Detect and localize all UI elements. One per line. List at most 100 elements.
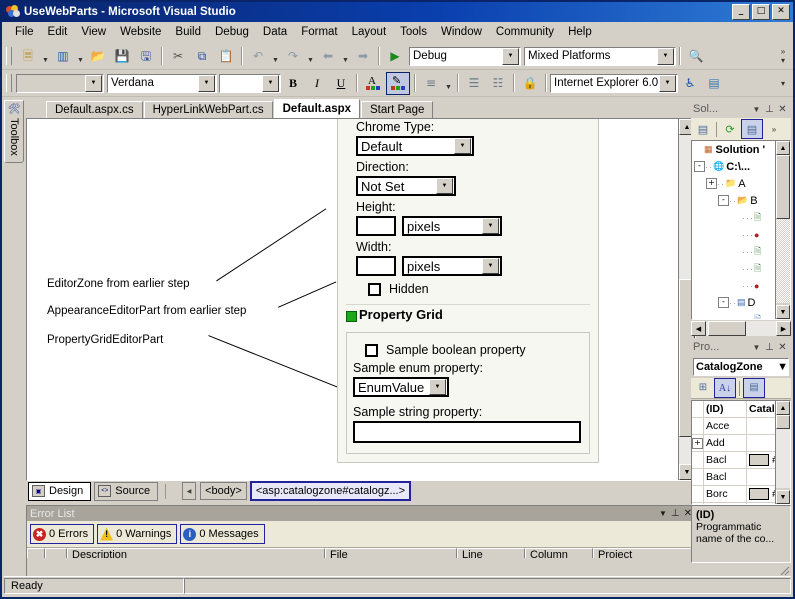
chevron-down-icon[interactable]: ▼ xyxy=(198,75,215,92)
chevron-down-icon[interactable]: ▼ xyxy=(436,178,453,194)
style-sheet-icon[interactable]: ▤ xyxy=(703,73,725,94)
scroll-left-button[interactable]: ◀ xyxy=(691,321,706,336)
properties-grid[interactable]: (ID) Catalo Acce + Add xyxy=(691,400,791,505)
properties-vertical-scrollbar[interactable]: ▲ ▼ xyxy=(775,401,790,504)
close-icon[interactable]: ✕ xyxy=(776,104,789,115)
justify-icon[interactable]: ≡ xyxy=(420,73,442,94)
property-grid-editor-part[interactable]: Property Grid Sample boolean property Sa… xyxy=(346,309,590,454)
breadcrumb-catalogzone[interactable]: <asp:catalogzone#catalogz...> xyxy=(250,481,411,501)
width-unit-select[interactable]: pixels ▼ xyxy=(402,256,502,276)
foreground-color-icon[interactable]: A xyxy=(362,73,384,94)
undo-icon[interactable]: ↶ xyxy=(247,46,269,67)
target-schema-combo[interactable]: Internet Explorer 6.0 ▼ xyxy=(550,74,678,93)
scroll-right-button[interactable]: ▶ xyxy=(776,321,791,336)
minimize-button[interactable]: _ xyxy=(732,4,750,20)
error-list-rows[interactable] xyxy=(27,558,695,576)
scroll-down-button[interactable]: ▼ xyxy=(776,490,790,504)
paste-icon[interactable]: 📋 xyxy=(215,46,237,67)
row-expander[interactable]: + xyxy=(692,435,704,451)
menu-item-file[interactable]: File xyxy=(8,24,41,40)
tab-default-aspx-cs[interactable]: Default.aspx.cs xyxy=(46,101,143,118)
chevron-down-icon[interactable]: ▼ xyxy=(659,75,676,92)
editor-zone-control[interactable]: Chrome Type: Default ▼ Direction: Not Se… xyxy=(337,119,599,463)
solution-explorer-dropdown-icon[interactable]: ▼ xyxy=(750,105,763,114)
chevron-down-icon[interactable]: ▼ xyxy=(429,379,446,395)
breadcrumb-body[interactable]: <body> xyxy=(200,482,247,500)
property-pages-button[interactable]: ▤ xyxy=(743,378,765,398)
properties-dropdown-icon[interactable]: ▼ xyxy=(750,343,763,352)
navigate-back-icon[interactable]: ⬅ xyxy=(317,46,339,67)
save-all-icon[interactable]: 🖫 xyxy=(135,46,157,67)
categorized-button[interactable]: ⊞ xyxy=(693,379,713,397)
navigate-back-dropdown-icon[interactable]: ▼ xyxy=(340,43,351,69)
new-website-dropdown-icon[interactable]: ▼ xyxy=(40,43,51,69)
alphabetical-button[interactable]: A↓ xyxy=(714,378,736,398)
collapse-icon[interactable]: - xyxy=(694,161,705,172)
toolbox-tab[interactable]: 🛠 Toolbox xyxy=(4,100,24,163)
properties-button[interactable]: ▤ xyxy=(693,120,713,138)
menu-item-build[interactable]: Build xyxy=(168,24,208,40)
chevron-down-icon[interactable]: ▼ xyxy=(85,75,102,92)
height-input[interactable] xyxy=(356,216,396,236)
resize-grip[interactable] xyxy=(778,564,790,576)
close-icon[interactable]: ✕ xyxy=(776,342,789,353)
collapse-icon[interactable]: - xyxy=(718,195,729,206)
nest-related-files-button[interactable]: ▤ xyxy=(741,119,763,139)
close-button[interactable]: ✕ xyxy=(772,4,790,20)
redo-dropdown-icon[interactable]: ▼ xyxy=(305,43,316,69)
configuration-combo[interactable]: Debug ▼ xyxy=(409,47,521,66)
chevron-down-icon[interactable]: ▼ xyxy=(657,48,674,65)
expand-icon[interactable]: + xyxy=(706,178,717,189)
bullets-icon[interactable]: ☰ xyxy=(463,73,485,94)
tab-start-page[interactable]: Start Page xyxy=(361,101,433,118)
new-website-icon[interactable]: 🗏 xyxy=(17,46,39,67)
find-in-files-icon[interactable]: 🔍 xyxy=(685,46,707,67)
row-expander[interactable] xyxy=(692,486,704,502)
chrome-type-select[interactable]: Default ▼ xyxy=(356,136,474,156)
source-view-button[interactable]: <> Source xyxy=(94,482,158,501)
numbering-icon[interactable]: ☷ xyxy=(487,73,509,94)
new-item-icon[interactable]: ▥ xyxy=(52,46,74,67)
chevron-down-icon[interactable]: ▼ xyxy=(482,258,499,274)
toolbar-overflow-icon[interactable]: »▾ xyxy=(776,47,793,65)
hidden-checkbox-row[interactable]: Hidden xyxy=(368,282,590,296)
scrollbar-thumb[interactable] xyxy=(708,321,746,336)
warnings-filter-button[interactable]: ! 0 Warnings xyxy=(97,524,177,544)
platform-combo[interactable]: Mixed Platforms ▼ xyxy=(524,47,676,66)
tab-default-aspx[interactable]: Default.aspx xyxy=(274,99,360,118)
height-unit-select[interactable]: pixels ▼ xyxy=(402,216,502,236)
chevron-down-icon[interactable]: ▼ xyxy=(502,48,519,65)
menu-item-help[interactable]: Help xyxy=(561,24,599,40)
collapse-icon[interactable]: - xyxy=(718,297,729,308)
chevron-down-icon[interactable]: ▼ xyxy=(262,75,279,92)
menu-item-community[interactable]: Community xyxy=(489,24,561,40)
underline-button[interactable]: U xyxy=(330,73,352,94)
redo-icon[interactable]: ↷ xyxy=(282,46,304,67)
scrollbar-thumb[interactable] xyxy=(776,415,790,429)
expand-icon[interactable]: + xyxy=(692,438,703,449)
toolbar-grip[interactable] xyxy=(6,47,12,65)
scroll-up-button[interactable]: ▲ xyxy=(776,401,790,415)
pin-icon[interactable]: ⊥ xyxy=(763,342,776,353)
open-file-icon[interactable]: 📂 xyxy=(87,46,109,67)
accessibility-icon[interactable]: ♿ xyxy=(679,73,701,94)
row-expander[interactable] xyxy=(692,418,704,434)
design-surface[interactable]: EditorZone from earlier step AppearanceE… xyxy=(27,119,679,480)
sample-string-input[interactable] xyxy=(353,421,581,443)
block-format-combo[interactable]: ▼ xyxy=(16,74,104,93)
scrollbar-thumb[interactable] xyxy=(776,155,790,219)
messages-filter-button[interactable]: i 0 Messages xyxy=(180,524,264,544)
maximize-button[interactable]: □ xyxy=(752,4,770,20)
sample-boolean-row[interactable]: Sample boolean property xyxy=(365,343,583,357)
menu-item-tools[interactable]: Tools xyxy=(393,24,434,40)
menu-item-data[interactable]: Data xyxy=(256,24,294,40)
tab-hyperlinkwebpart-cs[interactable]: HyperLinkWebPart.cs xyxy=(144,101,273,118)
cut-icon[interactable]: ✂ xyxy=(167,46,189,67)
pin-icon[interactable]: ⊥ xyxy=(671,508,680,519)
row-expander[interactable] xyxy=(692,452,704,468)
scroll-up-button[interactable]: ▲ xyxy=(776,141,790,155)
pin-icon[interactable]: ⊥ xyxy=(763,104,776,115)
sample-boolean-checkbox[interactable] xyxy=(365,344,378,357)
chevron-down-icon[interactable]: ▼ xyxy=(454,138,471,154)
toolbar-grip[interactable] xyxy=(6,74,12,92)
